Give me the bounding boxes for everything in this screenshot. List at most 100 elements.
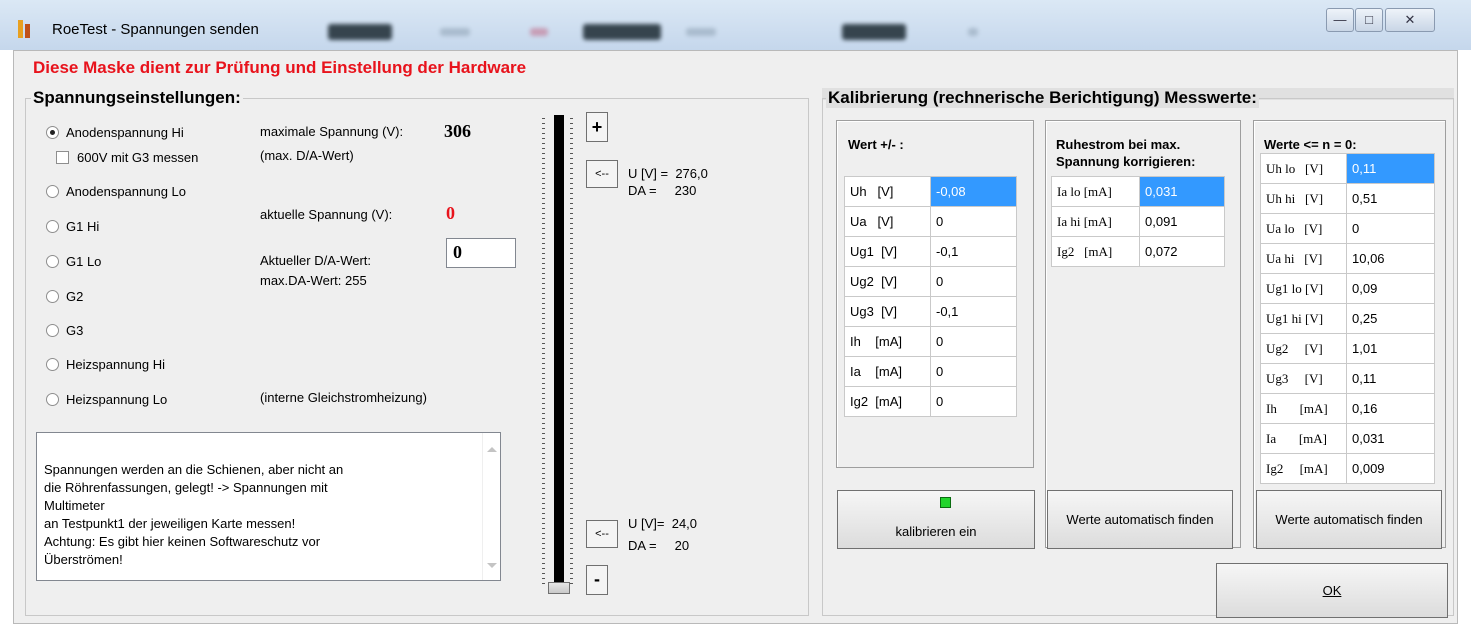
- table-row[interactable]: Ig2 [mA] 0,072: [1051, 236, 1225, 267]
- offset-cell[interactable]: 0: [930, 266, 1017, 297]
- offset-cell[interactable]: 0: [930, 386, 1017, 417]
- radio-indicator: [46, 392, 59, 406]
- title-bar[interactable]: RoeTest - Spannungen senden — □ ✕: [0, 0, 1471, 50]
- offset-cell[interactable]: -0,08: [930, 176, 1017, 207]
- radio-indicator: [46, 184, 59, 198]
- checkbox-600v-g3[interactable]: 600V mit G3 messen: [56, 147, 198, 167]
- offset-grid[interactable]: Uh [V] -0,08 Ua [V] 0 Ug1 [V] -0,1 Ug2 [V] 0…: [844, 176, 1017, 417]
- slider-ticks-right: [570, 118, 573, 588]
- radio-g2[interactable]: G2: [46, 286, 83, 306]
- table-row[interactable]: Ia [mA] 0,031: [1260, 423, 1435, 454]
- table-row[interactable]: Ig2 [mA] 0: [844, 386, 1017, 417]
- scroll-up-icon[interactable]: [487, 447, 497, 452]
- zero-threshold-cell[interactable]: 0,009: [1346, 453, 1435, 484]
- zero-threshold-cell[interactable]: 0,11: [1346, 363, 1435, 394]
- zero-threshold-cell[interactable]: 10,06: [1346, 243, 1435, 274]
- current-voltage-label: aktuelle Spannung (V):: [260, 207, 393, 222]
- memo-scrollbar[interactable]: [482, 433, 500, 580]
- top-voltage-readout: U [V] = 276,0: [628, 166, 708, 181]
- table-row[interactable]: Ih [mA] 0: [844, 326, 1017, 357]
- current-voltage-value: 0: [446, 203, 455, 223]
- radio-g3[interactable]: G3: [46, 320, 83, 340]
- idle-panel-title-line1: Ruhestrom bei max.: [1056, 137, 1181, 152]
- scroll-down-icon[interactable]: [487, 563, 497, 568]
- table-row[interactable]: Ug3 [V] -0,1: [844, 296, 1017, 327]
- max-voltage-label: maximale Spannung (V):: [260, 124, 404, 139]
- zero-threshold-cell[interactable]: 0,25: [1346, 303, 1435, 334]
- max-voltage-value: 306: [444, 121, 471, 141]
- idle-current-cell[interactable]: 0,091: [1139, 206, 1225, 237]
- window-title: RoeTest - Spannungen senden: [52, 21, 259, 38]
- radio-anodenspannung-hi[interactable]: Anodenspannung Hi: [46, 122, 184, 142]
- zero-threshold-cell[interactable]: 0,16: [1346, 393, 1435, 424]
- minimize-button[interactable]: —: [1326, 8, 1354, 32]
- table-row[interactable]: Ua [V] 0: [844, 206, 1017, 237]
- offset-cell[interactable]: -0,1: [930, 296, 1017, 327]
- table-row[interactable]: Ig2 [mA] 0,009: [1260, 453, 1435, 484]
- maximize-button[interactable]: □: [1355, 8, 1383, 32]
- redacted-block: [328, 24, 392, 40]
- table-row[interactable]: Ug2 [V] 1,01: [1260, 333, 1435, 364]
- table-row[interactable]: Ua lo [V] 0: [1260, 213, 1435, 244]
- zero-threshold-cell[interactable]: 0: [1346, 213, 1435, 244]
- table-row[interactable]: Uh lo [V] 0,11: [1260, 153, 1435, 184]
- voltage-slider-thumb[interactable]: [548, 582, 570, 594]
- info-memo[interactable]: Spannungen werden an die Schienen, aber …: [36, 432, 501, 581]
- zero-threshold-cell[interactable]: 0,031: [1346, 423, 1435, 454]
- increase-button[interactable]: +: [586, 112, 608, 142]
- idle-current-grid[interactable]: Ia lo [mA] 0,031 Ia hi [mA] 0,091 Ig2 [mA]…: [1051, 176, 1225, 267]
- zero-threshold-grid[interactable]: Uh lo [V] 0,11 Uh hi [V] 0,51 Ua lo [V] 0 U…: [1260, 153, 1435, 484]
- top-da-readout: DA = 230: [628, 183, 697, 198]
- table-row[interactable]: Ug1 lo [V] 0,09: [1260, 273, 1435, 304]
- radio-heizspannung-lo[interactable]: Heizspannung Lo: [46, 389, 167, 409]
- offset-panel-title: Wert +/- :: [848, 137, 904, 152]
- calibration-legend: Kalibrierung (rechnerische Berichtigung)…: [826, 88, 1259, 108]
- table-row[interactable]: Ia hi [mA] 0,091: [1051, 206, 1225, 237]
- radio-heizspannung-hi[interactable]: Heizspannung Hi: [46, 354, 165, 374]
- voltage-slider-track[interactable]: [554, 115, 564, 590]
- voltage-settings-legend: Spannungseinstellungen:: [31, 88, 243, 108]
- offset-cell[interactable]: -0,1: [930, 236, 1017, 267]
- table-row[interactable]: Ug1 hi [V] 0,25: [1260, 303, 1435, 334]
- idle-auto-find-button[interactable]: Werte automatisch finden: [1047, 490, 1233, 549]
- ok-button[interactable]: OK: [1216, 563, 1448, 618]
- table-row[interactable]: Ug1 [V] -0,1: [844, 236, 1017, 267]
- calibrate-toggle-button[interactable]: kalibrieren ein: [837, 490, 1035, 549]
- current-da-label: Aktueller D/A-Wert:: [260, 253, 372, 268]
- calibration-led-icon: [940, 497, 951, 508]
- current-da-input[interactable]: 0: [446, 238, 516, 268]
- table-row[interactable]: Uh [V] -0,08: [844, 176, 1017, 207]
- offset-cell[interactable]: 0: [930, 326, 1017, 357]
- set-max-pointer-button[interactable]: <--: [586, 160, 618, 188]
- radio-indicator: [46, 125, 59, 139]
- idle-panel-title-line2: Spannung korrigieren:: [1056, 154, 1196, 169]
- table-row[interactable]: Ua hi [V] 10,06: [1260, 243, 1435, 274]
- bottom-da-readout: DA = 20: [628, 538, 690, 553]
- radio-anodenspannung-lo[interactable]: Anodenspannung Lo: [46, 181, 186, 201]
- zero-auto-find-button[interactable]: Werte automatisch finden: [1256, 490, 1442, 549]
- table-row[interactable]: Ia [mA] 0: [844, 356, 1017, 387]
- table-row[interactable]: Ug2 [V] 0: [844, 266, 1017, 297]
- table-row[interactable]: Ih [mA] 0,16: [1260, 393, 1435, 424]
- radio-indicator: [46, 357, 59, 371]
- idle-current-cell[interactable]: 0,031: [1139, 176, 1225, 207]
- table-row[interactable]: Uh hi [V] 0,51: [1260, 183, 1435, 214]
- zero-threshold-cell[interactable]: 0,11: [1346, 153, 1435, 184]
- bottom-voltage-readout: U [V]= 24,0: [628, 516, 698, 531]
- radio-g1-lo[interactable]: G1 Lo: [46, 251, 101, 271]
- offset-cell[interactable]: 0: [930, 356, 1017, 387]
- table-row[interactable]: Ia lo [mA] 0,031: [1051, 176, 1225, 207]
- redacted-block: [440, 28, 470, 36]
- set-min-pointer-button[interactable]: <--: [586, 520, 618, 548]
- radio-g1-hi[interactable]: G1 Hi: [46, 216, 99, 236]
- idle-current-cell[interactable]: 0,072: [1139, 236, 1225, 267]
- table-row[interactable]: Ug3 [V] 0,11: [1260, 363, 1435, 394]
- close-button[interactable]: ✕: [1385, 8, 1435, 32]
- zero-threshold-cell[interactable]: 1,01: [1346, 333, 1435, 364]
- zero-threshold-cell[interactable]: 0,09: [1346, 273, 1435, 304]
- redacted-block: [530, 28, 548, 36]
- decrease-button[interactable]: -: [586, 565, 608, 595]
- zero-threshold-cell[interactable]: 0,51: [1346, 183, 1435, 214]
- ok-button-label: OK: [1322, 583, 1342, 598]
- offset-cell[interactable]: 0: [930, 206, 1017, 237]
